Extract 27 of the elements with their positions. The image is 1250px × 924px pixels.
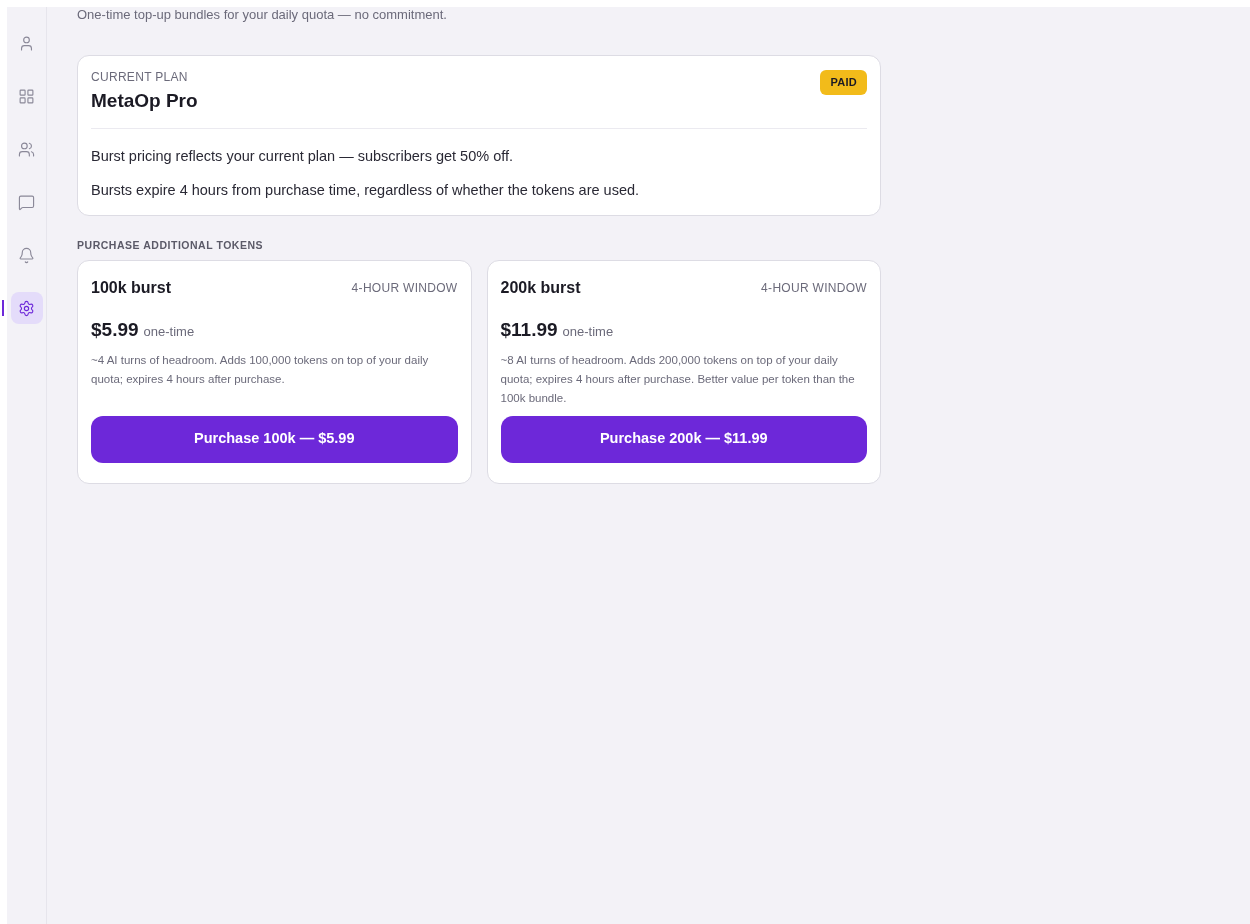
section-title: PURCHASE ADDITIONAL TOKENS [77, 237, 265, 253]
bundle-price: $11.99 [500, 318, 558, 343]
bundle-title: 200k burst [500, 278, 581, 299]
settings-icon [18, 299, 35, 317]
bundle-description: ~4 AI turns of headroom. Adds 100,000 tokens on top of your daily quota; expires 4 hours after purchase. [91, 352, 430, 387]
purchase-button[interactable]: Purchase 200k — $11.99 [500, 415, 867, 463]
bundle-description: ~8 AI turns of headroom. Adds 200,000 tokens on top of your daily quota; expires 4 hours after purchase. Better value per token than the 100k bundle. [500, 352, 856, 406]
bundle-title: 100k burst [91, 278, 172, 299]
paid-badge: PAID [820, 70, 867, 95]
grid-icon [18, 87, 35, 105]
plan-note: Burst pricing reflects your current plan — subscribers get 50% off. [91, 146, 515, 165]
window-label: 4-HOUR WINDOW [761, 280, 867, 298]
bundle-price: $5.99 [91, 318, 139, 343]
message-icon [18, 193, 35, 211]
window-label: 4-HOUR WINDOW [351, 280, 458, 298]
page-subtitle: One-time top-up bundles for your daily quota — no commitment. [77, 7, 448, 23]
users-icon [18, 140, 35, 158]
plan-label: CURRENT PLAN [91, 70, 189, 84]
nav-item[interactable] [10, 292, 43, 324]
plan-name: MetaOp Pro [91, 89, 198, 113]
purchase-button[interactable]: Purchase 100k — $5.99 [91, 415, 458, 463]
price-note: one-time [143, 323, 195, 342]
user-icon [18, 34, 35, 52]
bell-icon [18, 246, 35, 264]
active-indicator [1, 300, 4, 316]
plan-note: Bursts expire 4 hours from purchase time, regardless of whether the tokens are used. [91, 180, 641, 199]
price-note: one-time [562, 323, 614, 342]
